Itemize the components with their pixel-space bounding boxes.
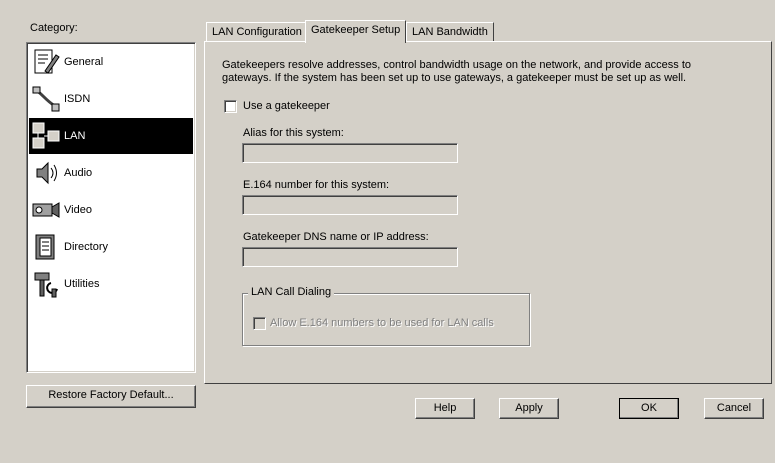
category-item-label: ISDN <box>64 93 91 105</box>
allow-e164-checkbox[interactable] <box>253 317 266 330</box>
tab-lan-configuration[interactable]: LAN Configuration <box>206 22 308 41</box>
camera-icon <box>32 202 60 218</box>
category-item-utilities[interactable]: Utilities <box>29 266 193 302</box>
category-item-general[interactable]: General <box>29 44 193 80</box>
alias-field[interactable] <box>242 143 458 163</box>
isdn-cable-icon <box>32 86 60 112</box>
speaker-icon <box>36 161 57 185</box>
utilities-tools-icon <box>34 272 58 298</box>
category-label: Category: <box>30 22 78 34</box>
dns-label: Gatekeeper DNS name or IP address: <box>243 231 429 243</box>
restore-factory-default-button[interactable]: Restore Factory Default... <box>26 385 196 408</box>
ok-button[interactable]: OK <box>619 398 679 419</box>
tab-lan-bandwidth[interactable]: LAN Bandwidth <box>406 22 494 41</box>
category-item-label: General <box>64 56 104 68</box>
directory-book-icon <box>35 234 55 260</box>
category-item-label: Audio <box>64 167 93 179</box>
category-item-label: Utilities <box>64 278 100 290</box>
gatekeeper-setup-panel: Gatekeepers resolve addresses, control b… <box>204 41 772 384</box>
lan-call-dialing-label: LAN Call Dialing <box>248 286 335 298</box>
category-item-isdn[interactable]: ISDN <box>29 81 193 117</box>
notepad-pencil-icon <box>34 49 60 74</box>
apply-button[interactable]: Apply <box>499 398 559 419</box>
e164-field[interactable] <box>242 195 458 215</box>
category-item-label: LAN <box>64 130 86 142</box>
category-item-audio[interactable]: Audio <box>29 155 193 191</box>
category-item-label: Directory <box>64 241 109 253</box>
category-item-directory[interactable]: Directory <box>29 229 193 265</box>
description-line-1: Gatekeepers resolve addresses, control b… <box>222 59 691 71</box>
dns-field[interactable] <box>242 247 458 267</box>
use-gatekeeper-checkbox[interactable] <box>224 100 237 113</box>
cancel-button[interactable]: Cancel <box>704 398 764 419</box>
category-list[interactable]: General ISDN LAN Audio Video Directory U… <box>26 42 196 373</box>
category-item-video[interactable]: Video <box>29 192 193 228</box>
category-item-label: Video <box>64 204 92 216</box>
category-item-lan[interactable]: LAN <box>29 118 193 154</box>
description-line-2: gateways. If the system has been set up … <box>222 72 687 84</box>
alias-label: Alias for this system: <box>243 127 344 139</box>
e164-label: E.164 number for this system: <box>243 179 390 191</box>
tab-gatekeeper-setup[interactable]: Gatekeeper Setup <box>305 20 407 43</box>
use-gatekeeper-label[interactable]: Use a gatekeeper <box>243 100 330 112</box>
allow-e164-label[interactable]: Allow E.164 numbers to be used for LAN c… <box>270 317 494 329</box>
help-button[interactable]: Help <box>415 398 475 419</box>
lan-network-icon <box>32 122 60 149</box>
